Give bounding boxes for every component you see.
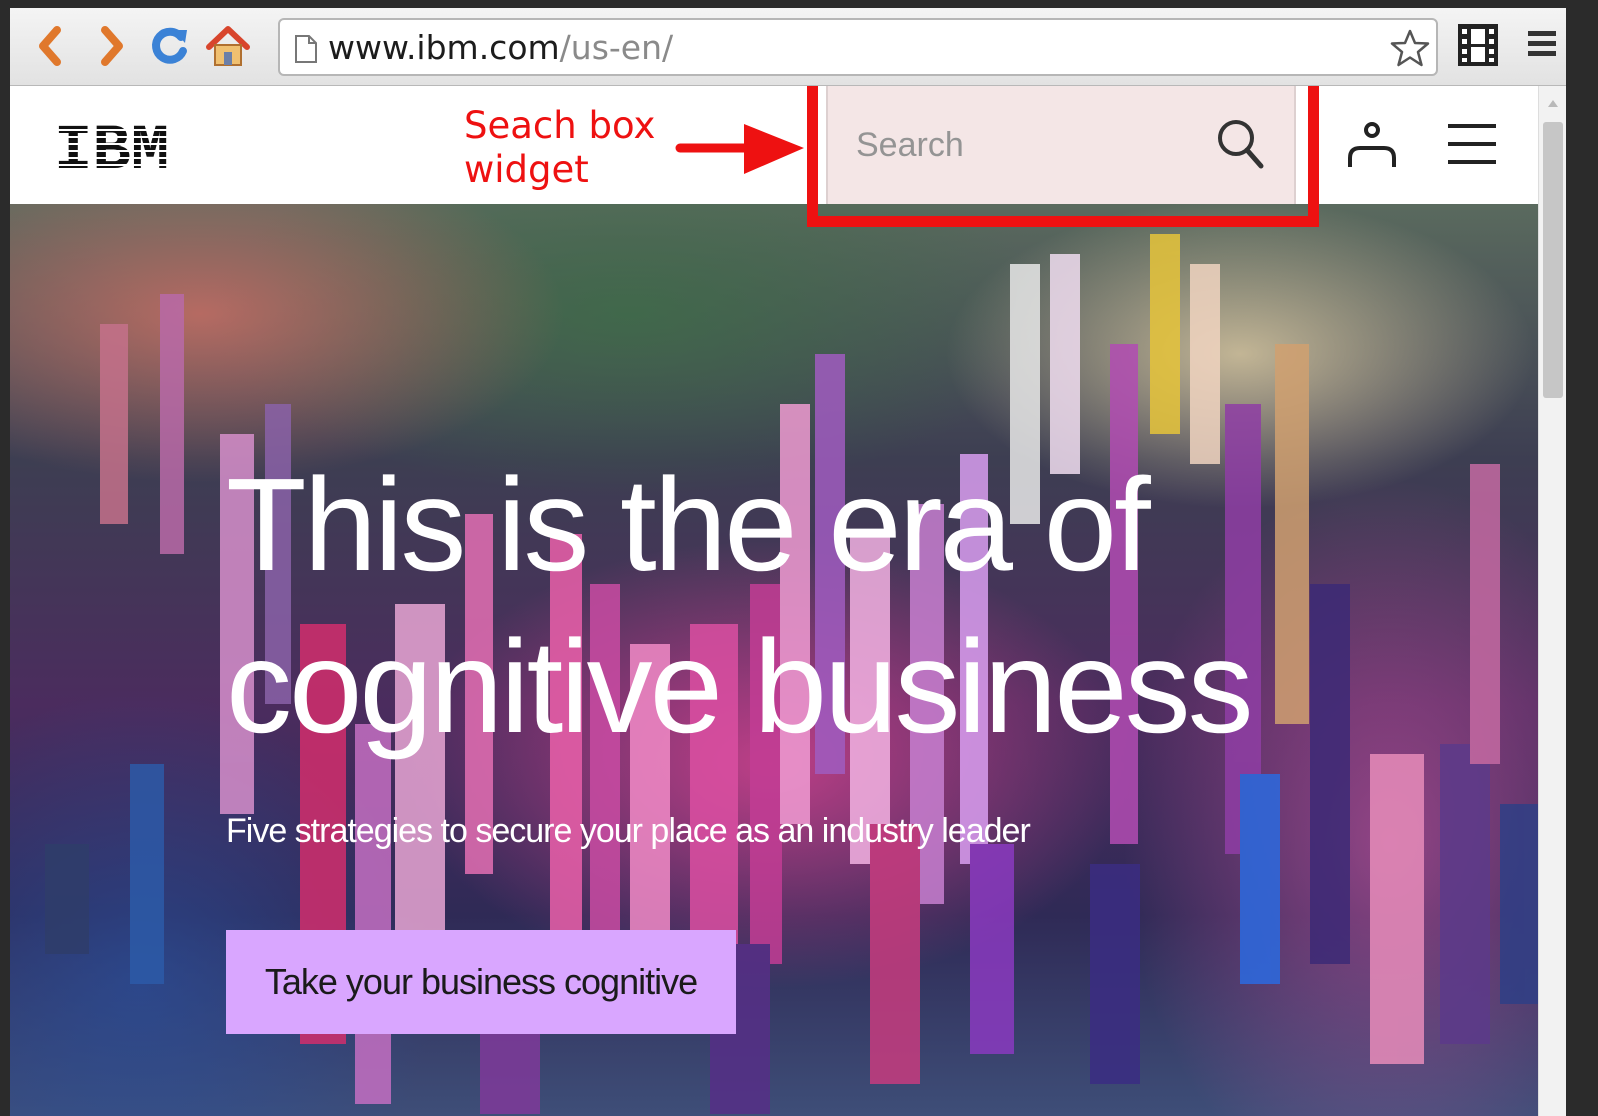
forward-button[interactable] — [88, 22, 136, 70]
reload-icon — [152, 27, 187, 64]
browser-toolbar: www.ibm.com/us-en/ — [10, 8, 1566, 86]
hero-headline: This is the era of cognitive business — [226, 451, 1254, 760]
chevron-right-icon — [101, 26, 123, 66]
home-icon — [206, 26, 250, 66]
take-business-cognitive-button[interactable]: Take your business cognitive — [226, 930, 736, 1034]
page-viewport: This is the era of cognitive business Fi… — [10, 86, 1566, 1116]
hero-banner: This is the era of cognitive business Fi… — [10, 204, 1538, 1116]
ibm-logo-text: IBM — [54, 116, 169, 172]
hamburger-icon[interactable] — [1446, 122, 1498, 166]
hero-subheadline: Five strategies to secure your place as … — [226, 812, 1031, 850]
site-masthead: IBM Seach box widget — [10, 86, 1538, 227]
url-host: www.ibm.com — [328, 28, 560, 67]
menu-icon[interactable] — [1524, 26, 1560, 62]
star-icon[interactable] — [1390, 28, 1430, 68]
annotation-label: Seach box widget — [464, 104, 656, 191]
reload-button[interactable] — [146, 22, 194, 70]
account-icon[interactable] — [1346, 118, 1398, 170]
scrollbar-thumb[interactable] — [1543, 122, 1563, 398]
address-bar[interactable]: www.ibm.com/us-en/ — [278, 18, 1438, 76]
back-button[interactable] — [26, 22, 74, 70]
scroll-up-icon[interactable] — [1547, 98, 1559, 108]
home-button[interactable] — [204, 22, 252, 70]
page-icon — [295, 35, 317, 63]
ibm-logo[interactable]: IBM — [54, 116, 180, 172]
url-path: /us-en/ — [559, 28, 674, 67]
annotation-arrow-icon — [675, 124, 804, 174]
url-text: www.ibm.com/us-en/ — [328, 28, 673, 67]
chevron-left-icon — [39, 26, 61, 66]
film-icon[interactable] — [1456, 22, 1500, 68]
annotation-highlight-box — [807, 86, 1319, 227]
vertical-scrollbar[interactable] — [1538, 86, 1566, 1116]
